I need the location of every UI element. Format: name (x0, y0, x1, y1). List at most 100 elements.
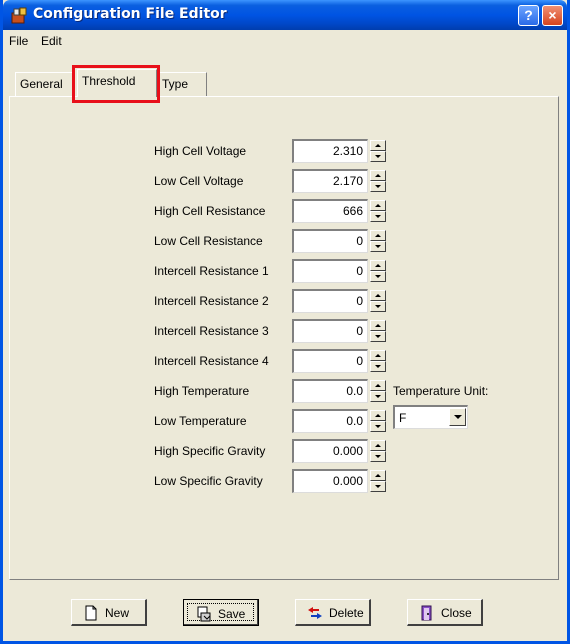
spin-down-icon[interactable] (370, 241, 386, 252)
spin-up-icon[interactable] (370, 140, 386, 151)
spin-down-icon[interactable] (370, 361, 386, 372)
field-row: Low Cell Voltage 2.170 (10, 169, 550, 193)
spin-up-icon[interactable] (370, 380, 386, 391)
intercell-resistance-3-input[interactable]: 0 (292, 319, 368, 343)
delete-icon (308, 607, 322, 619)
close-button[interactable]: Close (407, 599, 483, 626)
field-label: Low Cell Resistance (154, 234, 263, 248)
spin-up-icon[interactable] (370, 230, 386, 241)
close-button-label: Close (441, 606, 472, 620)
intercell-resistance-1-spinner[interactable] (370, 260, 386, 282)
save-button[interactable]: Save (183, 599, 259, 626)
low-cell-voltage-input[interactable]: 2.170 (292, 169, 368, 193)
high-cell-voltage-spinner[interactable] (370, 140, 386, 162)
menu-file[interactable]: File (9, 34, 28, 48)
tab-type-label: Type (162, 77, 189, 91)
high-cell-resistance-spinner[interactable] (370, 200, 386, 222)
spin-down-icon[interactable] (370, 181, 386, 192)
spin-down-icon[interactable] (370, 451, 386, 462)
save-button-inner: Save (187, 603, 254, 622)
field-label: High Specific Gravity (154, 444, 266, 458)
spin-down-icon[interactable] (370, 211, 386, 222)
field-row: Intercell Resistance 4 0 (10, 349, 550, 373)
field-row: Intercell Resistance 3 0 (10, 319, 550, 343)
spin-up-icon[interactable] (370, 320, 386, 331)
spin-up-icon[interactable] (370, 200, 386, 211)
config-file-editor-window: Configuration File Editor ? × File Edit … (0, 0, 570, 644)
high-cell-voltage-input[interactable]: 2.310 (292, 139, 368, 163)
intercell-resistance-4-spinner[interactable] (370, 350, 386, 372)
delete-button-inner: Delete (299, 603, 366, 621)
field-label: Intercell Resistance 4 (154, 354, 269, 368)
app-icon (11, 7, 27, 24)
field-row: Low Temperature 0.0 (10, 409, 550, 433)
low-cell-resistance-spinner[interactable] (370, 230, 386, 252)
spin-up-icon[interactable] (370, 260, 386, 271)
intercell-resistance-3-spinner[interactable] (370, 320, 386, 342)
chevron-down-icon[interactable] (449, 408, 466, 426)
spin-down-icon[interactable] (370, 271, 386, 282)
new-button[interactable]: New (71, 599, 147, 626)
tab-type[interactable]: Type (157, 72, 207, 96)
spin-up-icon[interactable] (370, 350, 386, 361)
new-button-label: New (105, 606, 130, 620)
high-temperature-input[interactable]: 0.0 (292, 379, 368, 403)
door-exit-icon (421, 605, 432, 621)
field-row: High Cell Voltage 2.310 (10, 139, 550, 163)
button-bar: New Save Delete Close (9, 586, 559, 638)
spin-up-icon[interactable] (370, 470, 386, 481)
temperature-unit-label: Temperature Unit: (393, 384, 489, 398)
low-specific-gravity-spinner[interactable] (370, 470, 386, 492)
menu-edit[interactable]: Edit (41, 34, 62, 48)
low-cell-resistance-input[interactable]: 0 (292, 229, 368, 253)
intercell-resistance-1-input[interactable]: 0 (292, 259, 368, 283)
low-specific-gravity-input[interactable]: 0.000 (292, 469, 368, 493)
spin-down-icon[interactable] (370, 421, 386, 432)
title-bar[interactable]: Configuration File Editor ? × (3, 0, 567, 30)
save-button-label: Save (218, 607, 246, 621)
field-label: Low Specific Gravity (154, 474, 263, 488)
delete-button-label: Delete (329, 606, 364, 620)
new-document-icon (85, 605, 97, 621)
new-button-inner: New (75, 603, 142, 621)
high-specific-gravity-spinner[interactable] (370, 440, 386, 462)
field-label: High Temperature (154, 384, 250, 398)
save-icon (197, 606, 211, 622)
spin-down-icon[interactable] (370, 151, 386, 162)
field-row: Low Specific Gravity 0.000 (10, 469, 550, 493)
field-row: High Cell Resistance 666 (10, 199, 550, 223)
tab-general-label: General (20, 77, 63, 91)
close-button-inner: Close (411, 603, 478, 621)
spin-down-icon[interactable] (370, 391, 386, 402)
high-cell-resistance-input[interactable]: 666 (292, 199, 368, 223)
threshold-tab-highlight (72, 65, 160, 103)
help-button[interactable]: ? (518, 5, 539, 26)
tab-general[interactable]: General (15, 72, 75, 96)
field-label: Low Cell Voltage (154, 174, 244, 188)
spin-up-icon[interactable] (370, 410, 386, 421)
close-window-button[interactable]: × (542, 5, 563, 26)
field-row: Low Cell Resistance 0 (10, 229, 550, 253)
low-temperature-input[interactable]: 0.0 (292, 409, 368, 433)
temperature-unit-select[interactable]: F (393, 405, 468, 429)
temperature-unit-value: F (399, 411, 407, 425)
spin-down-icon[interactable] (370, 331, 386, 342)
intercell-resistance-4-input[interactable]: 0 (292, 349, 368, 373)
high-specific-gravity-input[interactable]: 0.000 (292, 439, 368, 463)
low-temperature-spinner[interactable] (370, 410, 386, 432)
spin-down-icon[interactable] (370, 301, 386, 312)
intercell-resistance-2-spinner[interactable] (370, 290, 386, 312)
intercell-resistance-2-input[interactable]: 0 (292, 289, 368, 313)
delete-button[interactable]: Delete (295, 599, 371, 626)
spin-down-icon[interactable] (370, 481, 386, 492)
high-temperature-spinner[interactable] (370, 380, 386, 402)
threshold-panel: High Cell Voltage 2.310 Low Cell Voltage… (9, 96, 559, 580)
spin-up-icon[interactable] (370, 440, 386, 451)
field-label: Low Temperature (154, 414, 247, 428)
low-cell-voltage-spinner[interactable] (370, 170, 386, 192)
field-row: Intercell Resistance 2 0 (10, 289, 550, 313)
spin-up-icon[interactable] (370, 290, 386, 301)
spin-up-icon[interactable] (370, 170, 386, 181)
field-label: Intercell Resistance 3 (154, 324, 269, 338)
field-row: Intercell Resistance 1 0 (10, 259, 550, 283)
